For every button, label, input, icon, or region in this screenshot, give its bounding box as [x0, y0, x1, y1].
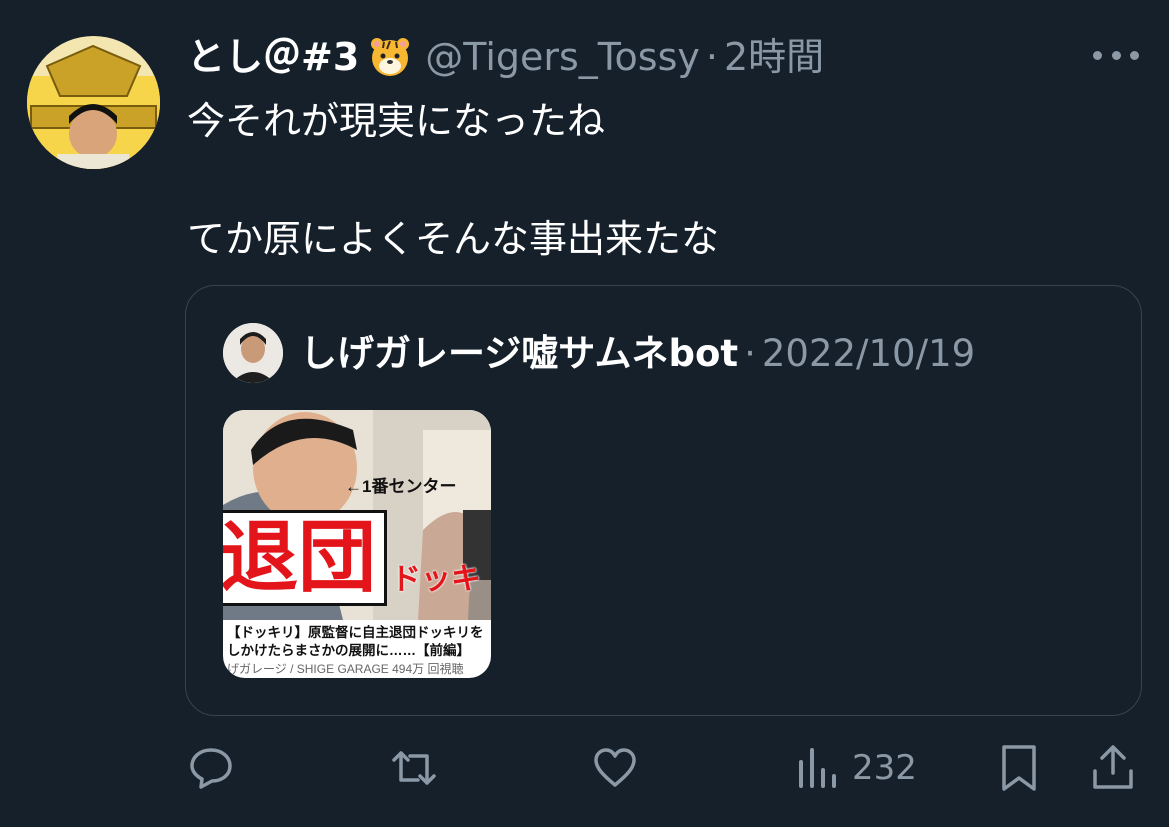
quoted-display-name[interactable]: しげガレージ嘘サムネbot: [300, 326, 738, 382]
avatar-image: [27, 36, 160, 169]
thumbnail-caption-line: 【ドッキリ】原監督に自主退団ドッキリを: [227, 625, 484, 640]
thumbnail-caption-line: げガレージ / SHIGE GARAGE 494万 回視聴: [227, 662, 464, 676]
tweet-text: 今それが現実になったね てか原によくそんな事出来たな: [187, 92, 719, 269]
bookmark-button[interactable]: [997, 740, 1041, 796]
quoted-user-avatar[interactable]: [223, 323, 283, 383]
reply-icon: [190, 748, 232, 789]
separator-dot: ·: [705, 35, 718, 79]
share-button[interactable]: [1089, 740, 1137, 796]
tweet-actions: 232: [0, 740, 1169, 800]
retweet-button[interactable]: [388, 740, 440, 796]
quoted-header: しげガレージ嘘サムネbot · 2022/10/19: [300, 326, 975, 382]
views-button[interactable]: 232: [796, 740, 917, 796]
tiger-face-icon: [369, 36, 411, 78]
tweet-header: とし＠#3 @Tigers_Tossy · 2時間: [187, 30, 824, 84]
separator-dot: ·: [744, 332, 756, 375]
quoted-date[interactable]: 2022/10/19: [762, 326, 975, 382]
user-avatar[interactable]: [27, 36, 160, 169]
heart-icon: [594, 748, 636, 787]
timestamp[interactable]: 2時間: [724, 30, 824, 84]
quoted-media-thumbnail[interactable]: ←1番センター 退団 ドッキ 【ドッキリ】原監督に自主退団ドッキリを しかけたら…: [223, 410, 491, 678]
views-count: 232: [852, 748, 917, 788]
thumbnail-sub-text: ドッキ: [391, 562, 481, 597]
more-options-icon[interactable]: [1093, 40, 1139, 70]
share-icon: [1093, 745, 1133, 789]
bookmark-icon: [1002, 745, 1036, 791]
quoted-avatar-image: [223, 323, 283, 383]
tweet-text-line: てか原によくそんな事出来たな: [187, 217, 720, 261]
thumbnail-caption: 【ドッキリ】原監督に自主退団ドッキリを しかけたらまさかの展開に……【前編】 げ…: [227, 624, 489, 678]
thumbnail-arrow-label: ←1番センター: [345, 477, 457, 496]
views-icon: [799, 748, 836, 788]
tweet-text-line: 今それが現実になったね: [187, 99, 606, 143]
thumbnail-caption-line: しかけたらまさかの展開に……【前編】: [227, 643, 470, 658]
user-handle[interactable]: @Tigers_Tossy: [425, 30, 700, 84]
reply-button[interactable]: [187, 740, 235, 796]
display-name[interactable]: とし＠#3: [187, 30, 359, 84]
retweet-icon: [392, 751, 436, 785]
like-button[interactable]: [591, 740, 639, 796]
quoted-tweet[interactable]: しげガレージ嘘サムネbot · 2022/10/19 ←1番センター 退団 ドッ…: [185, 285, 1142, 716]
thumbnail-big-text: 退団: [223, 510, 387, 606]
